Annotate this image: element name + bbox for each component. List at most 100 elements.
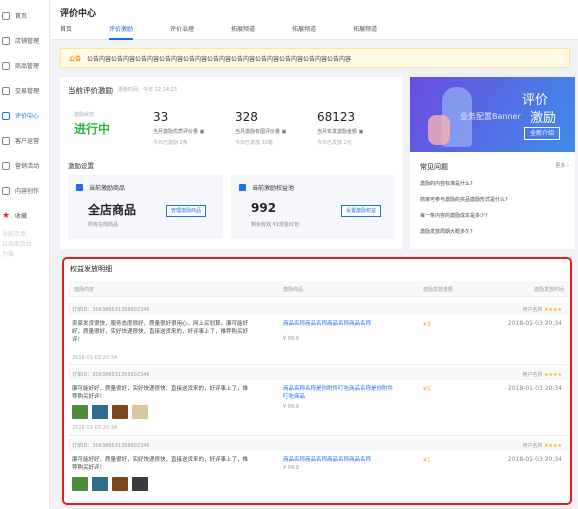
bag-icon: [76, 184, 83, 191]
sidebar-item-label: 交易管理: [15, 88, 40, 95]
stat-value: 68123: [317, 110, 356, 124]
status-badge: 进行中: [74, 122, 111, 136]
faq-item[interactable]: 每一条内容的激励成本是多少?: [420, 212, 488, 219]
rating-stars: ★★★★: [544, 372, 562, 378]
sidebar-item-label: 评价中心: [15, 113, 40, 120]
stat-sub: 今日已发放 33笔: [235, 140, 273, 146]
order-id: 订单ID：306386531356602346: [72, 372, 150, 378]
sidebar-item-trade[interactable]: 交易管理: [0, 78, 49, 103]
faq-item[interactable]: 激励发放周期大概多久?: [420, 228, 473, 235]
user-name: 用户名称 ★★★★: [522, 372, 562, 378]
faq-item[interactable]: 商家可参与激励的奖品激励形式是什么?: [420, 196, 508, 203]
status-label: 激励状态: [74, 112, 95, 118]
incentive-amount: ¥3: [423, 321, 431, 328]
review-image[interactable]: [132, 405, 148, 419]
product-price: ¥ 99.9: [283, 465, 299, 471]
stat-value: 328: [235, 110, 258, 124]
banner-title-line2: 激励: [530, 111, 557, 126]
review-image[interactable]: [132, 477, 148, 491]
review-image[interactable]: [72, 405, 88, 419]
tab-extend-2[interactable]: 拓展频道: [292, 24, 316, 40]
rating-stars: ★★★★: [544, 443, 562, 449]
tab-review-incentive[interactable]: 评价激励: [109, 24, 134, 40]
sidebar-item-label: 首页: [15, 13, 28, 20]
notice-bar: 公告 公告内容公告内容公告内容公告内容公告内容公告内容公告内容公告内容公告内容公…: [60, 48, 570, 68]
review-image[interactable]: [72, 477, 88, 491]
review-image[interactable]: [112, 405, 128, 419]
banner-intro-button[interactable]: 全新介绍: [524, 127, 560, 140]
review-icon: [2, 111, 10, 120]
product-link[interactable]: 商品名称商品名称商品名称商品名称: [283, 320, 393, 328]
campaign-card: 当前评价激励 更新时间：今日 12:14:23 激励状态 进行中 33 当月激励…: [60, 77, 403, 249]
stat-sub: 今日已激励 2条: [153, 140, 188, 146]
sidebar: 首页 店铺管理 商品管理 交易管理 评价中心 客户运营 营销活动 内容创作 ★ 收…: [0, 0, 50, 509]
incentive-amount: ¥5: [423, 386, 431, 393]
review-time: 2018-01-03 20:34: [72, 425, 118, 431]
trade-icon: [2, 86, 10, 95]
box-value: 全店商品: [88, 203, 137, 217]
faq-title: 常见问题: [420, 163, 448, 171]
promo-banner[interactable]: 业务配置Banner 评价 激励 全新介绍: [410, 77, 575, 152]
sidebar-item-review[interactable]: 评价中心: [0, 103, 49, 128]
sidebar-item-marketing[interactable]: 营销活动: [0, 153, 49, 178]
review-image[interactable]: [92, 477, 108, 491]
notice-label: 公告: [69, 55, 82, 63]
table-row: 订单ID：306386531356602346 用户名称 ★★★★ 廉可能好好，…: [68, 368, 568, 436]
review-text: 卖家发货很快，服务态度很好，质量很好很用心，网上买划算，廉可能好好，质量很好，实…: [72, 321, 249, 343]
sidebar-item-shop[interactable]: 店铺管理: [0, 28, 49, 53]
sidebar-item-customer[interactable]: 客户运营: [0, 128, 49, 153]
paid-time: 2018-01-03 20:34: [507, 320, 562, 327]
sidebar-item-content[interactable]: 内容创作: [0, 178, 49, 203]
content-icon: [2, 186, 10, 195]
sidebar-item-favorite[interactable]: ★ 收藏: [0, 203, 49, 228]
review-images: [72, 405, 152, 419]
review-image[interactable]: [112, 477, 128, 491]
column-header: 激励发放金额: [423, 287, 454, 293]
tab-home[interactable]: 首页: [60, 24, 72, 40]
order-id: 订单ID：306386531356602346: [72, 307, 150, 313]
incentive-rights-box: 当前激励权益池 992 剩余有效 ¥1现金红包 设置激励权益: [231, 175, 395, 239]
product-link[interactable]: 商品名称名称是你附件叮吃商品名称是你附件叮吃商品: [283, 385, 393, 401]
box-value: 992: [251, 201, 277, 215]
stat-quality-reviews: 33 当月激励优质评价量 ▣ 今日已激励 2条: [153, 110, 204, 146]
shop-icon: [2, 36, 10, 45]
product-price: ¥ 99.9: [283, 404, 299, 410]
tab-review-governance[interactable]: 评价治理: [170, 24, 194, 40]
box-note: 剩余有效 ¥1现金红包: [251, 222, 299, 228]
stat-desc: 当月实发激励金额 ▣: [317, 129, 364, 135]
box-note: 所有在线商品: [88, 222, 119, 228]
box-title: 当前激励权益池: [252, 185, 295, 192]
stat-desc: 当月激励有图评价量 ▣: [235, 129, 287, 135]
paid-time: 2018-01-03 20:34: [507, 385, 562, 392]
rating-stars: ★★★★: [544, 307, 562, 313]
tab-extend-1[interactable]: 拓展频道: [231, 24, 255, 40]
stat-sub: 今日已发放 2元: [317, 140, 352, 146]
campaign-updated: 更新时间：今日 12:14:23: [118, 87, 178, 93]
table-row: 订单ID：306386531356602346 用户名称 ★★★★ 廉可能好好，…: [68, 439, 568, 501]
home-icon: [2, 11, 10, 20]
tab-extend-3[interactable]: 拓展频道: [353, 24, 377, 40]
rights-detail-panel: 权益发放明细 激励内容 激励商品 激励发放金额 激励发放时间 订单ID：3063…: [62, 257, 572, 505]
incentive-amount: ¥1: [423, 457, 431, 464]
product-link[interactable]: 商品名称商品名称商品名称商品名称: [283, 456, 393, 464]
stat-value: 33: [153, 110, 169, 124]
customer-icon: [2, 136, 10, 145]
set-rights-button[interactable]: 设置激励权益: [341, 205, 382, 217]
user-name: 用户名称 ★★★★: [522, 307, 562, 313]
sidebar-item-home[interactable]: 首页: [0, 3, 49, 28]
review-text: 廉可能好好，质量很好，实好快递很快，直接送货来的，好评事上了，推荐购买好评！: [72, 457, 249, 471]
table-row: 订单ID：306386531356602346 用户名称 ★★★★ 卖家发货很快…: [68, 303, 568, 365]
stat-paid-amount: 68123 当月实发激励金额 ▣ 今日已发放 2元: [317, 110, 363, 146]
review-image[interactable]: [92, 405, 108, 419]
faq-item[interactable]: 激励的内容标准是什么?: [420, 180, 473, 187]
order-id: 订单ID：306386531356602346: [72, 443, 150, 449]
faq-more-link[interactable]: 更多 ›: [555, 162, 569, 169]
manage-goods-button[interactable]: 管理激励商品: [166, 205, 207, 217]
sidebar-item-goods[interactable]: 商品管理: [0, 53, 49, 78]
marketing-icon: [2, 161, 10, 170]
sidebar-item-label: 收藏: [15, 213, 28, 220]
settings-title: 激励设置: [68, 162, 94, 170]
page-title: 评价中心: [60, 9, 97, 19]
campaign-title: 当前评价激励: [68, 86, 113, 95]
stat-photo-reviews: 328 当月激励有图评价量 ▣ 今日已发放 33笔: [235, 110, 286, 146]
